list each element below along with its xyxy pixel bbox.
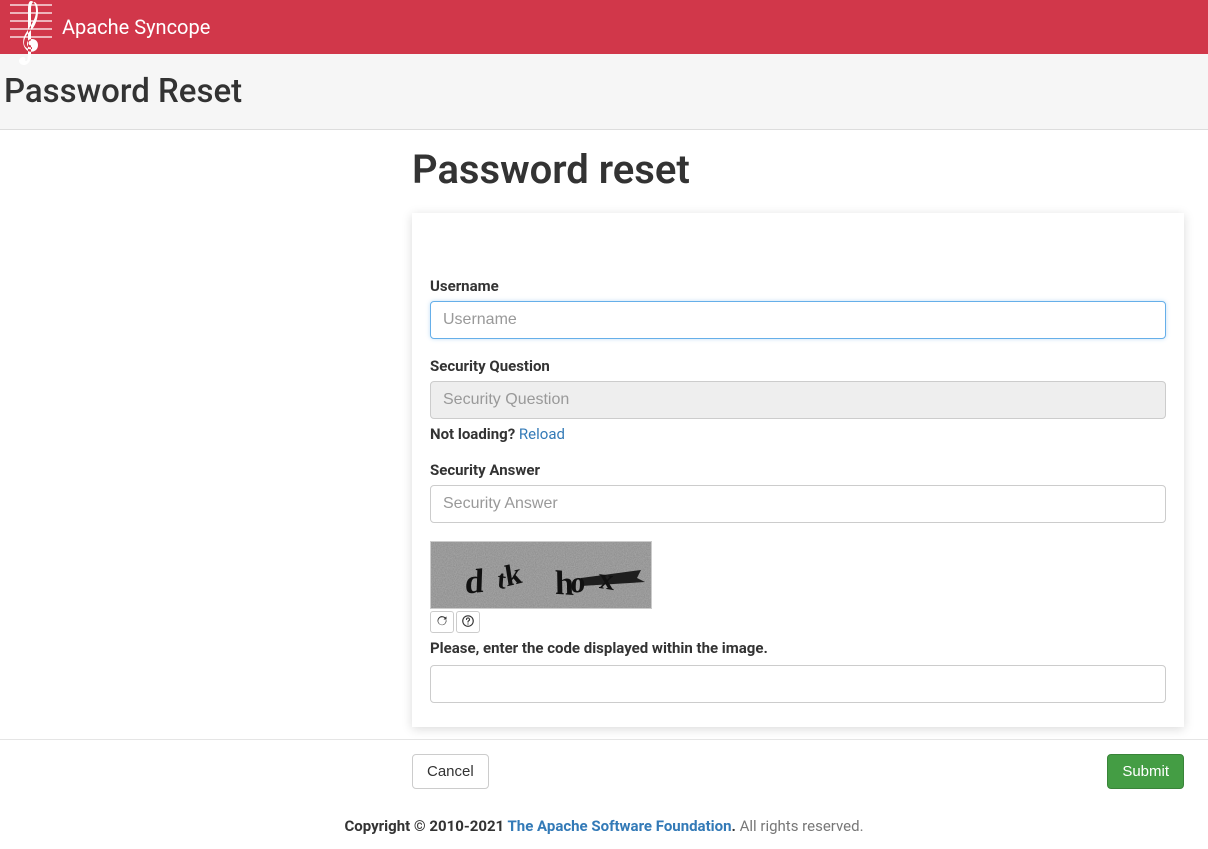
left-pane [0, 130, 412, 739]
captcha-instruction: Please, enter the code displayed within … [430, 639, 1166, 657]
captcha-section: d t k h o x [430, 541, 1166, 703]
app-title: Apache Syncope [62, 15, 210, 39]
action-row: Cancel Submit [412, 740, 1208, 803]
form-heading: Password reset [412, 146, 1184, 193]
top-bar: Apache Syncope [0, 0, 1208, 54]
footer-rights: All rights reserved. [736, 817, 864, 835]
security-answer-group: Security Answer [430, 461, 1166, 523]
right-pane: Password reset Username Security Questio… [412, 130, 1208, 739]
username-group: Username [430, 277, 1166, 339]
security-question-help: Not loading? Reload [430, 425, 1166, 443]
header-bar: Password Reset [0, 54, 1208, 130]
app-logo [8, 0, 54, 69]
security-question-label: Security Question [430, 357, 1166, 375]
captcha-buttons [430, 611, 1166, 633]
form-card: Username Security Question Not loading? … [412, 213, 1184, 727]
security-answer-label: Security Answer [430, 461, 1166, 479]
main-content: Password reset Username Security Questio… [0, 130, 1208, 740]
captcha-image: d t k h o x [430, 541, 652, 609]
page-title: Password Reset [4, 72, 1204, 111]
captcha-input[interactable] [430, 665, 1166, 703]
captcha-refresh-button[interactable] [430, 611, 454, 633]
security-answer-input[interactable] [430, 485, 1166, 523]
security-question-group: Security Question Not loading? Reload [430, 357, 1166, 443]
refresh-icon [436, 615, 448, 630]
not-loading-text: Not loading? [430, 425, 515, 443]
footer-copyright-prefix: Copyright © 2010-2021 [344, 817, 507, 835]
footer: Copyright © 2010-2021 The Apache Softwar… [0, 803, 1208, 849]
cancel-button[interactable]: Cancel [412, 754, 489, 789]
captcha-help-button[interactable] [456, 611, 480, 633]
help-icon [462, 615, 474, 630]
footer-foundation-link[interactable]: The Apache Software Foundation [508, 817, 732, 835]
security-question-input [430, 381, 1166, 419]
reload-link[interactable]: Reload [519, 425, 565, 443]
username-label: Username [430, 277, 1166, 295]
submit-button[interactable]: Submit [1107, 754, 1184, 789]
svg-text:d: d [464, 563, 484, 602]
username-input[interactable] [430, 301, 1166, 339]
